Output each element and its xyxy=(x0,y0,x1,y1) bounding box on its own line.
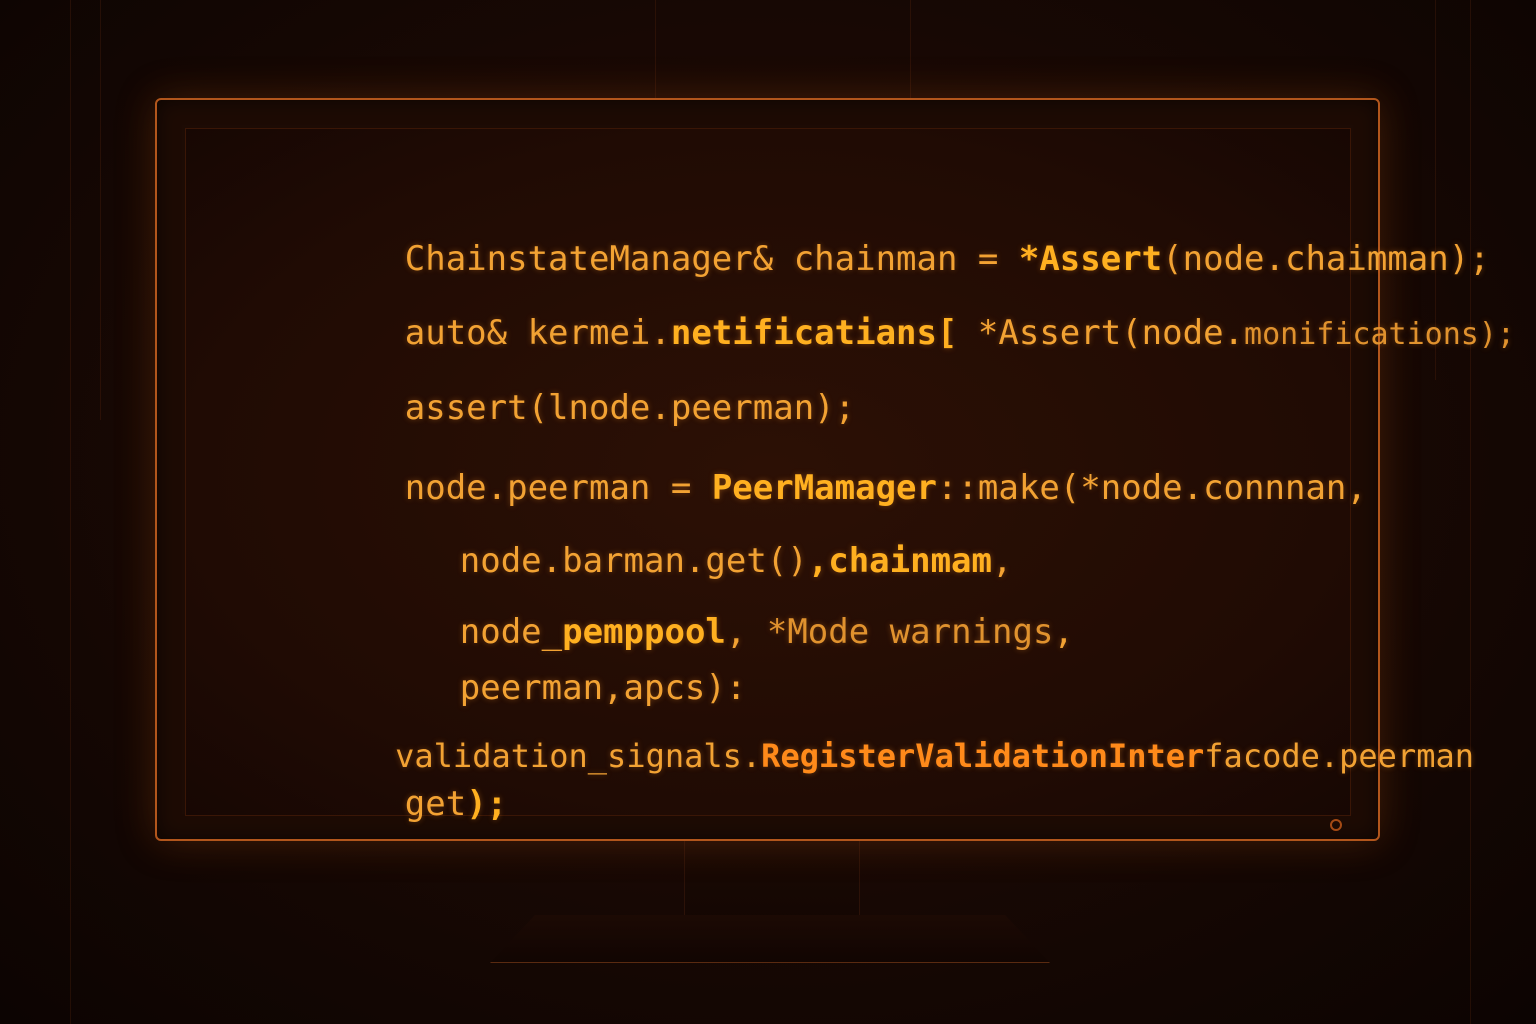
background-circuit-line xyxy=(910,0,911,98)
background-circuit-line xyxy=(70,0,71,1024)
monitor-screen: ChainstateManager& chainman = *Assert(no… xyxy=(185,128,1515,824)
code-token: *Mode warnings xyxy=(766,612,1054,652)
code-token: get xyxy=(404,784,467,824)
code-line-9: get); xyxy=(241,744,507,864)
scene: ChainstateManager& chainman = *Assert(no… xyxy=(0,0,1536,1024)
monitor-bezel: ChainstateManager& chainman = *Assert(no… xyxy=(155,98,1515,841)
code-token: ); xyxy=(466,784,508,824)
code-token: monifications); xyxy=(1244,317,1515,352)
power-led-icon xyxy=(1330,819,1342,831)
monitor-stand-base-edge xyxy=(490,915,1050,963)
background-circuit-line xyxy=(1470,0,1471,1024)
code-token: facode.peerman xyxy=(1204,737,1474,775)
code-token: , xyxy=(1053,612,1074,652)
code-token: netificatians[ xyxy=(670,313,958,353)
code-token: RegisterValidationInter xyxy=(761,737,1205,775)
code-token: *Assert(node. xyxy=(957,313,1245,353)
background-circuit-line xyxy=(655,0,656,98)
code-token: auto& kermei. xyxy=(404,313,671,353)
background-circuit-line xyxy=(100,0,101,420)
code-token: assert(lnode.peerman); xyxy=(404,388,856,428)
